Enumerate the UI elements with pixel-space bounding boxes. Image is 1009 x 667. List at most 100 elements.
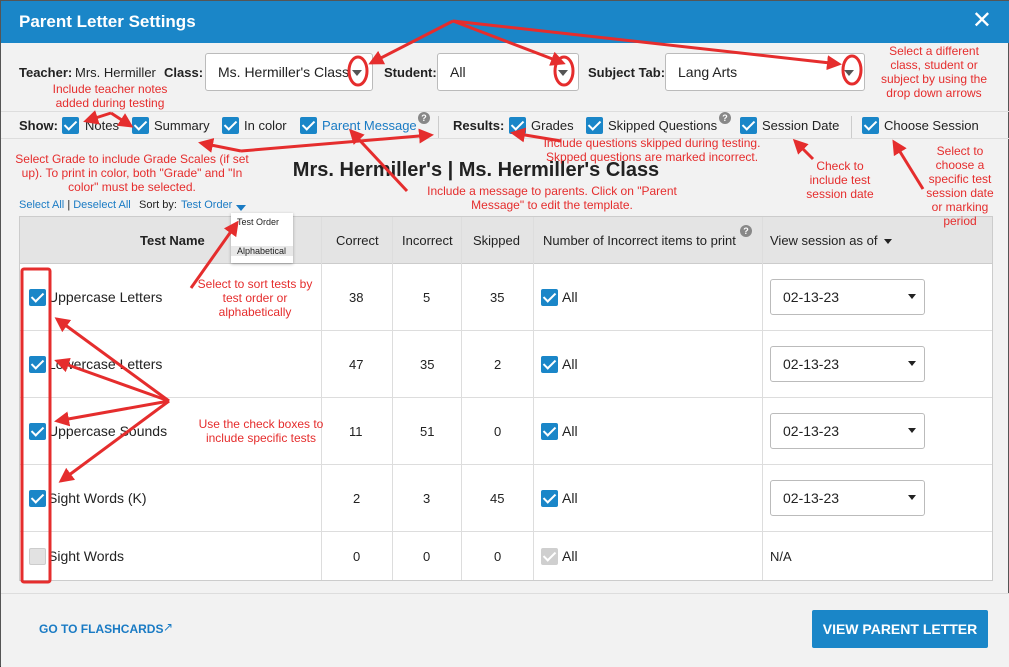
sort-option-test-order[interactable]: Test Order bbox=[237, 217, 279, 227]
chevron-down-icon[interactable] bbox=[908, 495, 916, 500]
student-select[interactable]: All bbox=[437, 53, 579, 91]
session-date-value: N/A bbox=[770, 549, 792, 564]
row-checkbox[interactable] bbox=[29, 423, 46, 440]
session-date-value: 02-13-23 bbox=[783, 356, 840, 372]
session-date-select[interactable]: 02-13-23 bbox=[770, 480, 925, 516]
correct-value: 11 bbox=[349, 424, 363, 439]
flashcards-link[interactable]: GO TO FLASHCARDS bbox=[39, 622, 163, 636]
table-header: Test Name Correct Incorrect Skipped Numb… bbox=[20, 217, 992, 264]
student-select-value: All bbox=[450, 64, 466, 80]
table-row: Uppercase Letters 38 5 35 All 02-13-23 bbox=[20, 264, 992, 331]
notes-checkbox[interactable] bbox=[62, 117, 79, 134]
print-all-label: All bbox=[562, 490, 578, 506]
sort-by-label: Sort by: bbox=[139, 199, 177, 211]
row-checkbox[interactable] bbox=[29, 548, 46, 565]
column-header-incorrect-items: Number of Incorrect items to print bbox=[543, 233, 736, 248]
dialog-titlebar: Parent Letter Settings ✕ bbox=[1, 1, 1009, 43]
in-color-label: In color bbox=[244, 118, 287, 133]
teacher-value: Mrs. Hermiller bbox=[75, 65, 156, 80]
incorrect-value: 35 bbox=[420, 357, 435, 372]
incorrect-value: 3 bbox=[423, 491, 431, 506]
print-all-checkbox[interactable] bbox=[541, 356, 558, 373]
subject-select[interactable]: Lang Arts bbox=[665, 53, 865, 91]
help-icon[interactable]: ? bbox=[740, 225, 752, 237]
test-name: Uppercase Sounds bbox=[48, 423, 168, 439]
subject-select-value: Lang Arts bbox=[678, 64, 738, 80]
session-date-select[interactable]: 02-13-23 bbox=[770, 346, 925, 382]
sort-option-alphabetical[interactable]: Alphabetical bbox=[231, 246, 293, 256]
annotation-skipped: Include questions skipped during testing… bbox=[543, 136, 761, 164]
skipped-value: 2 bbox=[494, 357, 502, 372]
summary-label: Summary bbox=[154, 118, 210, 133]
chevron-down-icon[interactable] bbox=[908, 428, 916, 433]
external-link-icon[interactable]: ↗ bbox=[163, 620, 173, 634]
notes-label: Notes bbox=[85, 118, 119, 133]
select-links: Select All | Deselect All bbox=[19, 199, 131, 211]
session-date-checkbox[interactable] bbox=[740, 117, 757, 134]
row-checkbox[interactable] bbox=[29, 356, 46, 373]
annotation-notes: Include teacher notes added during testi… bbox=[52, 82, 168, 110]
session-date-select[interactable]: 02-13-23 bbox=[770, 279, 925, 315]
annotation-message: Include a message to parents. Click on "… bbox=[427, 184, 677, 212]
chevron-down-icon[interactable] bbox=[908, 294, 916, 299]
incorrect-value: 0 bbox=[423, 549, 431, 564]
help-icon[interactable]: ? bbox=[418, 112, 430, 124]
table-row: Lowercase Letters 47 35 2 All 02-13-23 bbox=[20, 331, 992, 398]
row-checkbox[interactable] bbox=[29, 490, 46, 507]
correct-value: 47 bbox=[349, 357, 364, 372]
chevron-down-icon[interactable] bbox=[844, 70, 854, 76]
student-label: Student: bbox=[384, 65, 437, 80]
print-all-checkbox[interactable] bbox=[541, 423, 558, 440]
grades-label: Grades bbox=[531, 118, 574, 133]
session-date-select[interactable]: 02-13-23 bbox=[770, 413, 925, 449]
deselect-all-link[interactable]: Deselect All bbox=[73, 199, 130, 211]
print-all-checkbox[interactable] bbox=[541, 490, 558, 507]
choose-session-checkbox[interactable] bbox=[862, 117, 879, 134]
divider bbox=[851, 116, 852, 138]
annotation-checkboxes: Use the check boxes to include specific … bbox=[198, 417, 324, 445]
chevron-down-icon[interactable] bbox=[558, 70, 568, 76]
chevron-down-icon[interactable] bbox=[908, 361, 916, 366]
chevron-down-icon[interactable] bbox=[884, 239, 892, 244]
correct-value: 38 bbox=[349, 290, 364, 305]
summary-checkbox[interactable] bbox=[132, 117, 149, 134]
print-all-checkbox[interactable] bbox=[541, 289, 558, 306]
in-color-checkbox[interactable] bbox=[222, 117, 239, 134]
incorrect-value: 51 bbox=[420, 424, 435, 439]
test-name: Lowercase Letters bbox=[48, 356, 163, 372]
table-row: Sight Words (K) 2 3 45 All 02-13-23 bbox=[20, 465, 992, 532]
correct-value: 2 bbox=[353, 491, 361, 506]
select-all-link[interactable]: Select All bbox=[19, 199, 64, 211]
test-name: Sight Words bbox=[48, 548, 124, 564]
class-label: Class: bbox=[164, 65, 204, 80]
grades-checkbox[interactable] bbox=[509, 117, 526, 134]
annotation-choose-session: Select to choose a specific test session… bbox=[926, 144, 994, 228]
print-all-label: All bbox=[562, 548, 578, 564]
column-header-correct: Correct bbox=[336, 233, 379, 248]
dialog-footer: GO TO FLASHCARDS ↗ VIEW PARENT LETTER bbox=[1, 593, 1009, 667]
annotation-grades: Select Grade to include Grade Scales (if… bbox=[15, 152, 249, 194]
skipped-value: 0 bbox=[494, 424, 502, 439]
parent-message-checkbox[interactable] bbox=[300, 117, 317, 134]
annotation-dropdowns: Select a different class, student or sub… bbox=[880, 44, 988, 100]
sort-by-select[interactable]: Test Order bbox=[181, 199, 232, 211]
help-icon[interactable]: ? bbox=[719, 112, 731, 124]
close-icon[interactable]: ✕ bbox=[972, 9, 992, 33]
column-header-incorrect: Incorrect bbox=[402, 233, 453, 248]
skipped-value: 45 bbox=[490, 491, 505, 506]
skipped-questions-checkbox[interactable] bbox=[586, 117, 603, 134]
class-select[interactable]: Ms. Hermiller's Class bbox=[205, 53, 373, 91]
column-header-view-session[interactable]: View session as of bbox=[770, 233, 877, 248]
parent-message-link[interactable]: Parent Message bbox=[322, 118, 417, 133]
row-checkbox[interactable] bbox=[29, 289, 46, 306]
view-parent-letter-button[interactable]: VIEW PARENT LETTER bbox=[812, 610, 988, 648]
session-date-value: 02-13-23 bbox=[783, 490, 840, 506]
tests-table: Test Name Correct Incorrect Skipped Numb… bbox=[19, 216, 993, 581]
chevron-down-icon[interactable] bbox=[236, 205, 246, 211]
choose-session-label: Choose Session bbox=[884, 118, 979, 133]
print-all-label: All bbox=[562, 423, 578, 439]
class-select-value: Ms. Hermiller's Class bbox=[218, 64, 350, 80]
teacher-label: Teacher: bbox=[19, 65, 73, 80]
chevron-down-icon[interactable] bbox=[352, 70, 362, 76]
column-header-test-name: Test Name bbox=[140, 233, 205, 248]
